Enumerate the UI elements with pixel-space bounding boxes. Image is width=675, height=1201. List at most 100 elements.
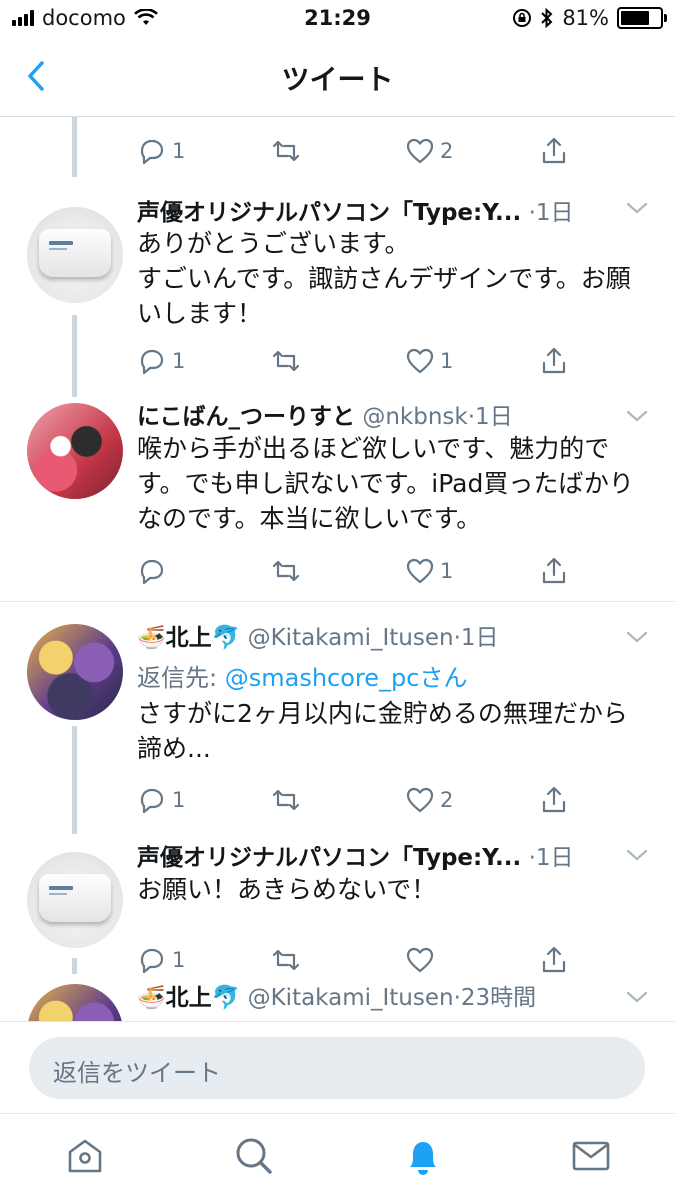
search-icon[interactable] [232,1134,276,1178]
reply-icon [140,559,164,585]
reply-icon [140,139,164,165]
like-count: 1 [440,559,454,583]
like-button[interactable]: 1 [404,553,453,589]
messages-icon[interactable] [569,1134,613,1178]
heart-icon [406,787,434,813]
display-name[interactable]: 北上 [166,985,212,1011]
status-right: 81% [512,6,667,30]
tweet-header: 🍜北上🐬 @Kitakami_Itusen·1日 [137,618,657,654]
like-button[interactable] [404,942,440,978]
timestamp: ·1日 [528,845,574,871]
display-name[interactable]: 北上 [166,625,212,651]
tweet[interactable]: 🍜北上🐬 @Kitakami_Itusen·23時間 [0,974,675,1021]
user-handle[interactable]: @nkbnsk [362,404,467,430]
retweet-icon [272,789,300,811]
tweet[interactable]: にこばん_つーりすと @nkbnsk·1日 喉から手が出るほど欲しいです、魅力的… [0,397,675,601]
reply-input[interactable]: 返信をツイート [29,1037,645,1099]
share-icon [542,137,566,164]
reply-button[interactable]: 1 [136,942,185,978]
tweet-text: お願い！あきらめないで！ [137,875,437,904]
avatar[interactable] [27,984,123,1021]
battery-percent: 81% [562,6,609,30]
share-button[interactable] [538,133,570,169]
share-icon [542,347,566,374]
heart-icon [406,138,434,164]
heart-icon [406,947,434,973]
display-name[interactable]: にこばん_つーりすと [137,404,355,430]
retweet-button[interactable] [270,782,306,818]
chevron-down-icon[interactable] [624,628,650,646]
tweet-header: にこばん_つーりすと @nkbnsk·1日 [137,397,657,433]
retweet-button[interactable] [270,942,306,978]
tweet[interactable]: 声優オリジナルパソコン「Type:Y... ·1日 お願い！あきらめないで！ 1 [0,834,675,974]
like-button[interactable]: 2 [404,133,453,169]
display-name[interactable]: 声優オリジナルパソコン「Type:Y... [137,200,521,226]
home-icon[interactable] [63,1134,107,1178]
reply-button[interactable]: 1 [136,133,185,169]
noodle-emoji: 🍜 [137,625,166,651]
dolphin-emoji: 🐬 [211,985,241,1011]
reply-count: 1 [172,349,186,373]
reply-icon [140,948,164,974]
chevron-down-icon[interactable] [624,846,650,864]
timestamp: ·23時間 [453,985,537,1011]
retweet-button[interactable] [270,133,306,169]
reply-composer: 返信をツイート [0,1021,675,1114]
share-button[interactable] [538,343,570,379]
retweet-button[interactable] [270,553,306,589]
tweet-actions: 1 1 [0,343,675,379]
nav-bar: ツイート [0,38,675,117]
bluetooth-icon [541,8,553,28]
reply-count: 1 [172,139,186,163]
tweet[interactable]: 声優オリジナルパソコン「Type:Y... ·1日 ありがとうございます。 すご… [0,187,675,397]
like-count: 1 [440,349,454,373]
tweet-text: ありがとうございます。 すごいんです。諏訪さんデザインです。お願いします！ [137,229,631,328]
user-handle[interactable]: @Kitakami_Itusen [248,625,454,651]
share-icon [542,946,566,973]
share-button[interactable] [538,942,570,978]
timestamp: ·1日 [467,404,513,430]
tweet-header: 🍜北上🐬 @Kitakami_Itusen·23時間 [137,978,657,1014]
chevron-down-icon[interactable] [624,199,650,217]
display-name[interactable]: 声優オリジナルパソコン「Type:Y... [137,845,521,871]
share-icon [542,557,566,584]
timeline[interactable]: 1 2 声優オリジナルパソコン「Type:Y... ·1日 ありがとうございます… [0,117,675,1021]
reply-icon [140,349,164,375]
notifications-icon[interactable] [401,1134,445,1178]
like-count: 2 [440,788,454,812]
user-handle[interactable]: @Kitakami_Itusen [248,985,454,1011]
like-count: 2 [440,139,454,163]
reply-to-label: 返信先: [137,664,218,692]
avatar[interactable] [27,403,123,499]
retweet-icon [272,560,300,582]
reply-context: 返信先: @smashcore_pcさん [137,658,467,693]
tweet[interactable]: 🍜北上🐬 @Kitakami_Itusen·1日 返信先: @smashcore… [0,602,675,834]
reply-button[interactable] [136,553,172,589]
reply-placeholder: 返信をツイート [53,1059,221,1087]
dolphin-emoji: 🐬 [211,625,241,651]
reply-count: 1 [172,948,186,972]
reply-button[interactable]: 1 [136,343,185,379]
share-button[interactable] [538,782,570,818]
like-button[interactable]: 2 [404,782,453,818]
like-button[interactable]: 1 [404,343,453,379]
avatar[interactable] [27,624,123,720]
tweet-header: 声優オリジナルパソコン「Type:Y... ·1日 [137,193,657,229]
chevron-down-icon[interactable] [624,988,650,1006]
timestamp: ·1日 [453,625,499,651]
noodle-emoji: 🍜 [137,985,166,1011]
reply-count: 1 [172,788,186,812]
chevron-down-icon[interactable] [624,407,650,425]
avatar[interactable] [27,207,123,303]
tweet-actions: 1 [0,553,675,589]
reply-to-link[interactable]: @smashcore_pcさん [225,664,468,692]
share-button[interactable] [538,553,570,589]
reply-button[interactable]: 1 [136,782,185,818]
tweet[interactable]: 1 2 [0,117,675,187]
avatar[interactable] [27,852,123,948]
retweet-icon [272,350,300,372]
tweet-actions: 1 2 [0,782,675,818]
tweet-actions: 1 [0,942,675,978]
retweet-button[interactable] [270,343,306,379]
status-bar: docomo 21:29 81% [0,0,675,38]
